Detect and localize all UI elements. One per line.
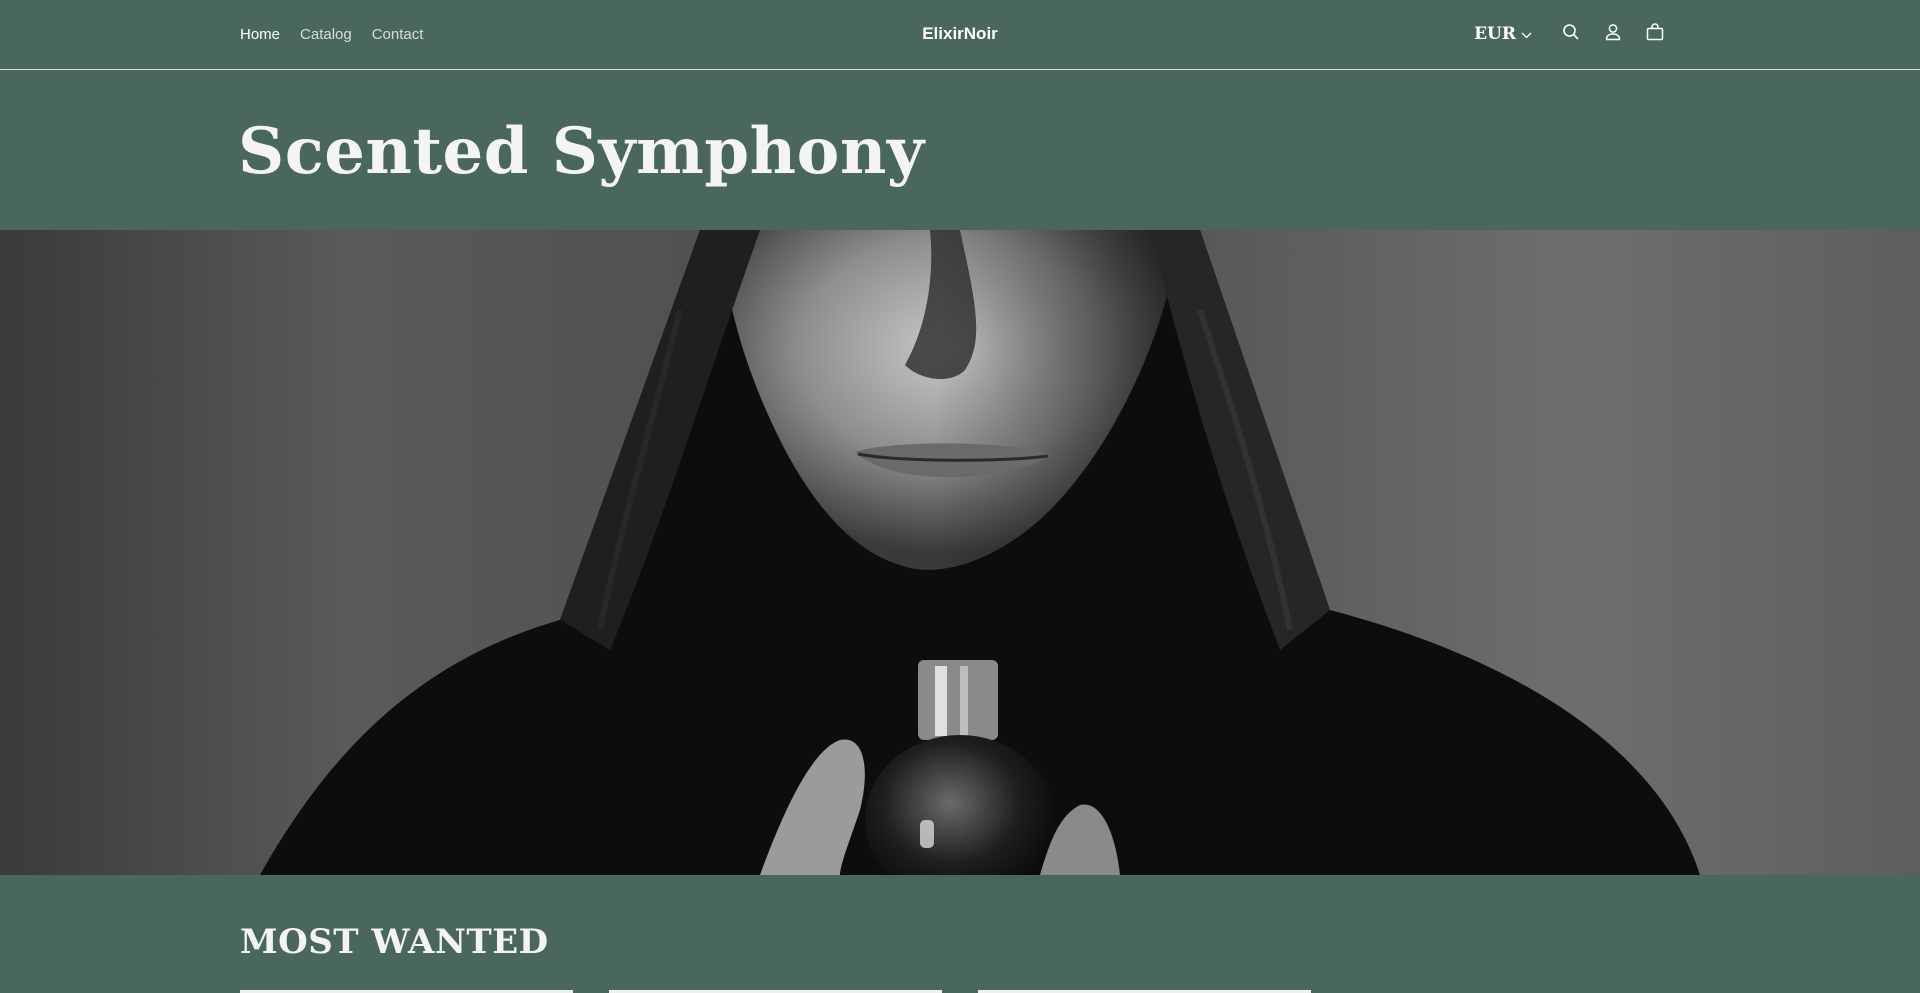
currency-label: EUR [1474,24,1516,44]
chevron-down-icon [1521,24,1532,44]
account-button[interactable] [1592,13,1634,55]
brand-logo-link[interactable]: ElixirNoir [922,24,998,44]
nav-contact-link[interactable]: Contact [372,26,424,43]
most-wanted-section: MOST WANTED [0,875,1920,993]
hero-title-band: Scented Symphony [0,70,1920,230]
site-header: Home Catalog Contact ElixirNoir EUR [0,0,1920,70]
header-actions: EUR [1474,0,1676,68]
nav-home-link[interactable]: Home [240,26,280,43]
hero-title: Scented Symphony [238,114,925,189]
currency-selector[interactable]: EUR [1474,24,1532,44]
search-button[interactable] [1550,13,1592,55]
account-icon [1604,23,1622,46]
hero-image [0,230,1920,875]
section-title: MOST WANTED [240,922,549,962]
main-nav: Home Catalog Contact [240,0,423,68]
search-icon [1562,23,1580,46]
hero-photo [0,230,1920,875]
cart-button[interactable] [1634,13,1676,55]
cart-icon [1646,22,1664,46]
nav-catalog-link[interactable]: Catalog [300,26,352,43]
